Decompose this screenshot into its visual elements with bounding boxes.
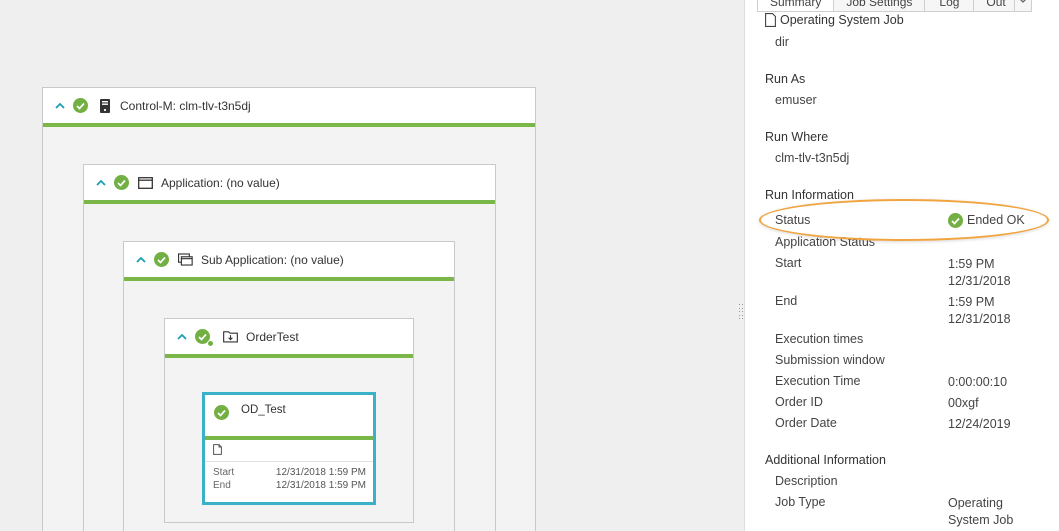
job-type-value-line1: Operating (948, 496, 1003, 510)
app-status-label: Application Status (775, 235, 876, 249)
status-ok-icon (214, 405, 229, 420)
status-ok-icon (948, 213, 963, 228)
job-times: Start 12/31/2018 1:59 PM End 12/31/2018 … (205, 462, 373, 492)
job-type-header: Operating System Job (765, 13, 904, 27)
command-value: dir (775, 35, 789, 49)
job-type-value-line2: System Job (948, 513, 1014, 527)
job-card[interactable]: OD_Test Start 12/31/2018 1:59 PM End 12/… (202, 392, 376, 505)
submission-window-label: Submission window (775, 353, 885, 367)
execution-times-label: Execution times (775, 332, 864, 346)
status-value-text: Ended OK (967, 213, 1025, 227)
run-where-value: clm-tlv-t3n5dj (775, 151, 850, 165)
details-tabs: Summary Job Settings Log Out (757, 0, 1032, 12)
job-file-row (205, 440, 373, 462)
server-icon (97, 98, 112, 113)
folder-header[interactable]: OrderTest (165, 319, 413, 358)
status-label: Status (775, 213, 811, 227)
job-name: OD_Test (241, 404, 286, 416)
order-date-label: Order Date (775, 416, 837, 430)
panel-splitter[interactable] (737, 0, 745, 531)
folder-download-icon (223, 330, 238, 344)
end-label: End (775, 294, 798, 308)
description-label: Description (775, 474, 838, 488)
application-header[interactable]: Application: (no value) (84, 165, 495, 204)
job-end-row: End 12/31/2018 1:59 PM (213, 479, 366, 492)
run-where-title: Run Where (765, 130, 829, 144)
run-as-title: Run As (765, 72, 806, 86)
run-info-title: Run Information (765, 188, 854, 202)
folder-title: OrderTest (246, 329, 299, 344)
job-details-panel: Summary Job Settings Log Out Operating S… (745, 0, 1059, 531)
job-type-header-text: Operating System Job (780, 13, 904, 27)
end-date: 12/31/2018 (948, 312, 1011, 326)
ordered-dot-icon (207, 340, 214, 347)
run-as-value: emuser (775, 93, 817, 107)
start-time: 1:59 PM (948, 257, 995, 271)
collapse-caret-icon[interactable] (135, 254, 147, 266)
end-time: 1:59 PM (948, 295, 995, 309)
job-card-header[interactable]: OD_Test (205, 395, 373, 440)
collapse-caret-icon[interactable] (176, 331, 188, 343)
execution-time-label: Execution Time (775, 374, 861, 388)
controlm-title: Control-M: clm-tlv-t3n5dj (120, 98, 251, 113)
job-start-row: Start 12/31/2018 1:59 PM (213, 466, 366, 479)
collapse-caret-icon[interactable] (95, 177, 107, 189)
order-id-label: Order ID (775, 395, 823, 409)
order-id-value: 00xgf (948, 396, 979, 410)
flow-canvas[interactable]: Control-M: clm-tlv-t3n5dj Application: (… (0, 0, 737, 531)
tabs-more-chevron-icon[interactable] (1013, 0, 1032, 12)
job-start-label: Start (213, 467, 235, 478)
splitter-grip-icon[interactable] (739, 304, 743, 320)
end-value: 1:59 PM 12/31/2018 (948, 294, 1011, 328)
status-value: Ended OK (948, 212, 1025, 229)
sub-application-header[interactable]: Sub Application: (no value) (124, 242, 454, 281)
application-title: Application: (no value) (161, 175, 280, 190)
start-label: Start (775, 256, 802, 270)
job-end-label: End (213, 480, 231, 491)
order-date-value: 12/24/2019 (948, 417, 1011, 431)
tab-output[interactable]: Out (973, 0, 1015, 12)
job-end-value: 12/31/2018 1:59 PM (275, 480, 366, 491)
status-ok-icon (114, 175, 129, 190)
additional-info-title: Additional Information (765, 453, 886, 467)
tab-summary[interactable]: Summary (757, 0, 835, 12)
file-icon (213, 443, 222, 458)
job-start-value: 12/31/2018 1:59 PM (275, 467, 366, 478)
job-type-value: Operating System Job (948, 495, 1013, 529)
collapse-caret-icon[interactable] (54, 100, 66, 112)
tab-log[interactable]: Log (924, 0, 975, 12)
stacked-windows-icon (178, 253, 193, 267)
status-ok-icon (195, 329, 214, 347)
job-type-label: Job Type (775, 495, 826, 509)
status-ok-icon (73, 98, 88, 113)
tab-job-settings[interactable]: Job Settings (833, 0, 926, 12)
document-icon (765, 13, 776, 27)
start-value: 1:59 PM 12/31/2018 (948, 256, 1011, 290)
execution-time-value: 0:00:00:10 (948, 375, 1008, 389)
controlm-header[interactable]: Control-M: clm-tlv-t3n5dj (43, 88, 535, 127)
status-ok-icon (154, 252, 169, 267)
window-icon (138, 176, 153, 190)
start-date: 12/31/2018 (948, 274, 1011, 288)
sub-application-title: Sub Application: (no value) (201, 252, 344, 267)
